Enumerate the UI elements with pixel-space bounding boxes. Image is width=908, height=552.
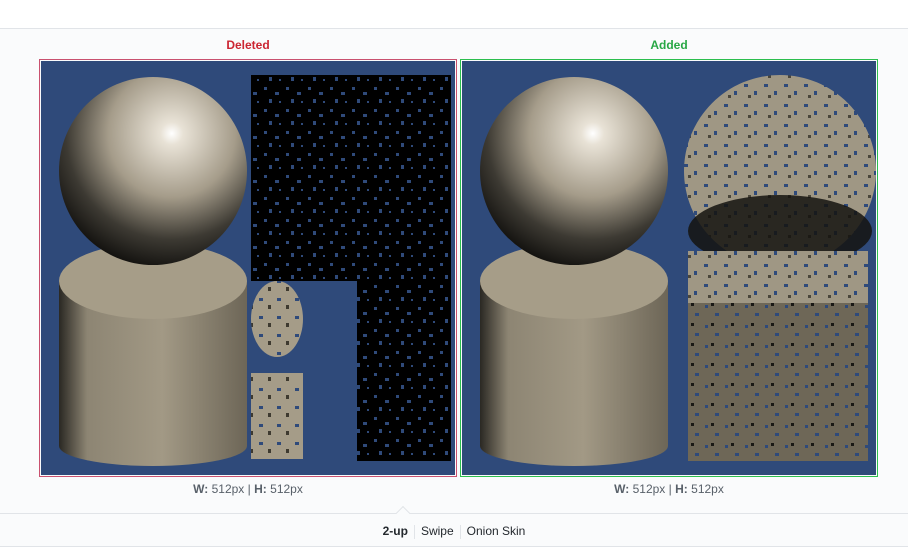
deleted-width-label: W: [193, 482, 209, 496]
image-diff-viewer: Deleted W: 512px | H: 512px Added W: 512… [0, 29, 908, 513]
added-divider: | [668, 482, 672, 496]
deleted-divider: | [247, 482, 251, 496]
added-dimensions: W: 512px | H: 512px [460, 477, 878, 501]
added-height-value: 512px [691, 482, 724, 496]
mode-swipe-tab[interactable]: Swipe [415, 514, 460, 548]
added-label: Added [650, 38, 688, 52]
added-view: Added W: 512px | H: 512px [460, 29, 878, 501]
deleted-image [41, 61, 455, 475]
top-strip [0, 0, 908, 29]
deleted-height-value: 512px [270, 482, 303, 496]
mode-2up-tab[interactable]: 2-up [377, 514, 414, 548]
deleted-image-frame [39, 59, 457, 477]
mode-onion-skin-tab[interactable]: Onion Skin [461, 514, 532, 548]
deleted-height-label: H: [254, 482, 267, 496]
view-mode-bar: 2-up Swipe Onion Skin [0, 505, 908, 548]
added-image-frame [460, 59, 878, 477]
deleted-dimensions: W: 512px | H: 512px [39, 477, 457, 501]
deleted-view: Deleted W: 512px | H: 512px [39, 29, 457, 501]
deleted-label: Deleted [226, 38, 270, 52]
deleted-width-value: 512px [211, 482, 245, 496]
added-width-label: W: [614, 482, 630, 496]
added-width-value: 512px [632, 482, 666, 496]
added-image [462, 61, 876, 475]
added-height-label: H: [675, 482, 688, 496]
view-mode-tabs: 2-up Swipe Onion Skin [0, 514, 908, 548]
